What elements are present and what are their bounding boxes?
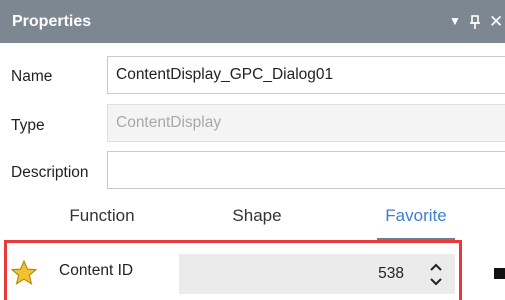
dropdown-triangle-icon[interactable]: ▼ — [449, 0, 461, 43]
tab-function[interactable]: Function — [52, 196, 152, 236]
content-id-value[interactable]: 538 — [378, 254, 404, 294]
content-id-stepper[interactable]: 538 — [179, 254, 455, 294]
close-icon[interactable]: ✕ — [489, 0, 503, 43]
description-label: Description — [11, 164, 89, 181]
name-label: Name — [11, 68, 53, 85]
chevron-down-icon[interactable] — [429, 276, 443, 288]
tab-shape[interactable]: Shape — [207, 196, 307, 236]
description-field[interactable] — [107, 151, 505, 189]
color-swatch[interactable] — [494, 268, 505, 279]
name-field[interactable] — [107, 56, 505, 94]
pin-icon[interactable] — [470, 0, 480, 43]
name-input[interactable] — [116, 66, 505, 84]
content-id-label: Content ID — [59, 262, 134, 279]
chevron-up-icon[interactable] — [429, 261, 443, 273]
description-input[interactable] — [116, 161, 505, 179]
type-field: ContentDisplay — [107, 104, 505, 142]
type-label: Type — [11, 117, 45, 134]
panel-title: Properties — [12, 13, 92, 30]
tab-favorite[interactable]: Favorite — [366, 196, 466, 236]
properties-titlebar: Properties ▼ ✕ — [0, 0, 505, 43]
star-icon[interactable] — [10, 259, 38, 287]
